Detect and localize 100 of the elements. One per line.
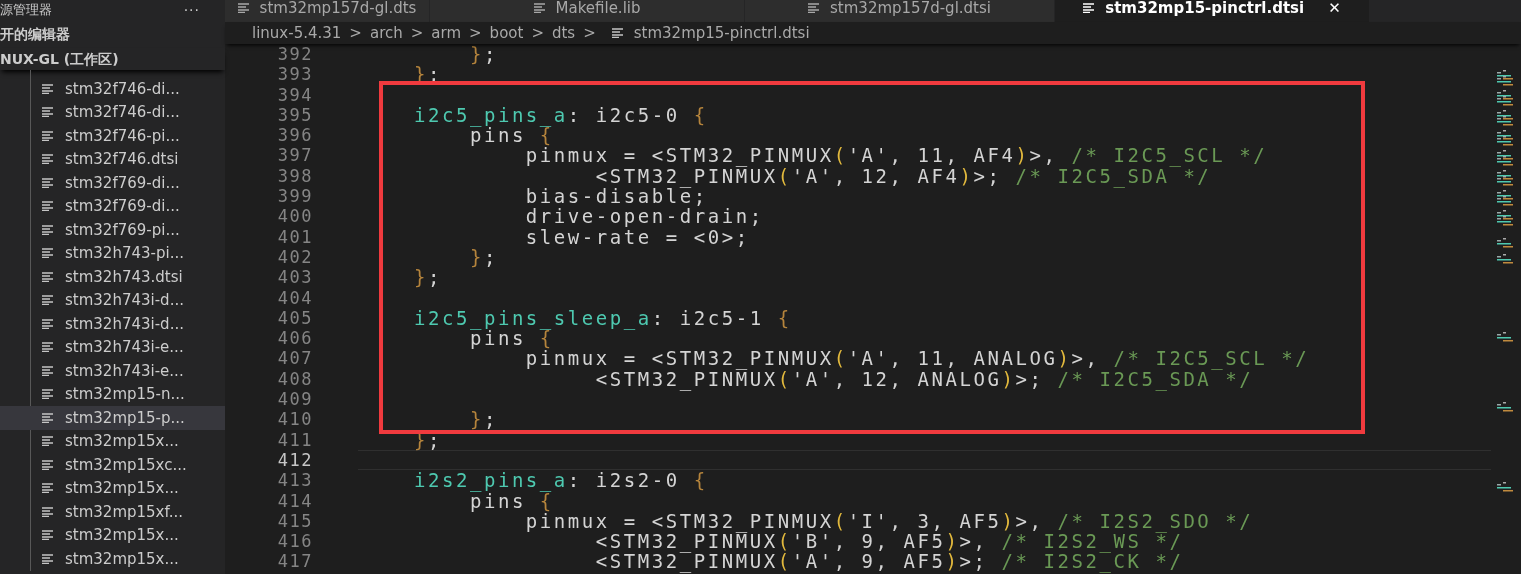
file-item[interactable]: stm32mp15x... bbox=[31, 547, 225, 571]
file-lines-icon bbox=[42, 177, 54, 188]
line-number: 405 bbox=[276, 307, 313, 329]
file-lines-icon bbox=[808, 3, 821, 13]
code-line: i2c5_pins_sleep_a: i2c5-1 { bbox=[412, 306, 792, 329]
code-line: <STM32_PINMUX('A', 12, ANALOG)>; /* I2C5_SDA */ bbox=[595, 367, 1254, 390]
line-number: 403 bbox=[276, 267, 313, 288]
line-number: 396 bbox=[276, 125, 313, 146]
file-lines-icon bbox=[42, 342, 54, 353]
file-lines-icon bbox=[42, 436, 54, 447]
line-number: 413 bbox=[276, 470, 313, 491]
breadcrumb-item[interactable]: stm32mp15-pinctrl.dtsi bbox=[633, 24, 810, 42]
file-lines-icon bbox=[533, 3, 546, 13]
file-lines-icon bbox=[42, 271, 54, 282]
file-item[interactable]: stm32mp15-n... bbox=[31, 382, 225, 406]
file-lines-icon bbox=[42, 318, 54, 329]
file-item[interactable]: stm32h743.dtsi bbox=[31, 265, 225, 289]
line-number: 409 bbox=[276, 389, 313, 410]
line-number: 393 bbox=[276, 64, 313, 85]
file-item[interactable]: stm32mp15xc... bbox=[31, 453, 225, 477]
code-line: }; bbox=[412, 266, 442, 289]
file-item[interactable]: stm32f769-di... bbox=[31, 194, 225, 218]
editor-tab[interactable]: stm32mp15-pinctrl.dtsi ✕ bbox=[1055, 0, 1370, 22]
close-icon[interactable]: ✕ bbox=[1328, 0, 1341, 16]
file-lines-icon bbox=[42, 553, 54, 564]
line-number: 400 bbox=[276, 206, 313, 227]
code-line: pinmux = <STM32_PINMUX('A', 11, AF4)>, /* I2C5_SCL */ bbox=[524, 144, 1268, 167]
line-number: 412 bbox=[276, 449, 313, 471]
editor-tab[interactable]: stm32mp157d-gl.dtsi bbox=[745, 0, 1055, 22]
line-number: 401 bbox=[276, 226, 313, 247]
file-item[interactable]: stm32h743-pi... bbox=[31, 241, 225, 265]
code-line: pinmux = <STM32_PINMUX('A', 11, ANALOG)>, /* I2C5_SCL */ bbox=[524, 347, 1310, 370]
sidebar-title: 源管理器 bbox=[0, 1, 52, 19]
line-number: 408 bbox=[276, 368, 313, 390]
file-item[interactable]: stm32f769-di... bbox=[31, 171, 225, 195]
file-lines-icon bbox=[237, 3, 250, 13]
file-item[interactable]: stm32mp15x... bbox=[31, 523, 225, 547]
line-number: 414 bbox=[276, 490, 313, 511]
file-lines-icon bbox=[42, 365, 54, 376]
file-lines-icon bbox=[42, 295, 54, 306]
file-item[interactable]: stm32f746-di... bbox=[31, 100, 225, 124]
file-lines-icon bbox=[42, 530, 54, 541]
breadcrumb-item[interactable]: arch bbox=[369, 24, 403, 42]
file-lines-icon bbox=[42, 224, 54, 235]
line-number: 398 bbox=[276, 165, 313, 187]
file-item[interactable]: stm32f746-di... bbox=[31, 77, 225, 101]
file-item[interactable]: stm32mp15x... bbox=[31, 476, 225, 500]
file-lines-icon bbox=[42, 201, 54, 212]
file-item[interactable]: stm32mp15xf... bbox=[31, 500, 225, 524]
line-number: 415 bbox=[276, 510, 313, 532]
breadcrumb-item[interactable]: linux-5.4.31 bbox=[252, 24, 342, 42]
code-line: bias-disable; bbox=[524, 185, 708, 208]
breadcrumb-separator: > bbox=[583, 24, 596, 42]
open-editors-header[interactable]: 开的编辑器 bbox=[0, 22, 225, 46]
workspace-header[interactable]: NUX-GL (工作区) bbox=[0, 48, 225, 70]
breadcrumb-separator: > bbox=[469, 24, 482, 42]
breadcrumb-separator: > bbox=[349, 24, 362, 42]
file-item[interactable]: stm32h743i-e... bbox=[31, 359, 225, 383]
file-item[interactable]: stm32f769-pi... bbox=[31, 218, 225, 242]
file-lines-icon bbox=[42, 412, 54, 423]
file-lines-icon bbox=[42, 130, 54, 141]
file-item[interactable]: stm32h743i-d... bbox=[31, 312, 225, 336]
file-item[interactable]: stm32h743i-e... bbox=[31, 335, 225, 359]
line-number: 404 bbox=[276, 287, 313, 308]
file-lines-icon bbox=[42, 83, 54, 94]
file-lines-icon bbox=[42, 389, 54, 400]
file-item[interactable]: stm32h743i-d... bbox=[31, 288, 225, 312]
file-item[interactable]: stm32mp15x... bbox=[31, 429, 225, 453]
breadcrumb-item[interactable]: arm bbox=[431, 24, 462, 42]
breadcrumb-item[interactable]: dts bbox=[551, 24, 576, 42]
code-line: <STM32_PINMUX('A', 12, AF4)>; /* I2C5_SDA */ bbox=[595, 164, 1212, 187]
line-number: 397 bbox=[276, 145, 313, 166]
file-lines-icon bbox=[42, 107, 54, 118]
code-line: i2s2_pins_a: i2s2-0 { bbox=[412, 469, 708, 492]
code-line: <STM32_PINMUX('A', 9, AF5)>; /* I2S2_CK */ bbox=[594, 550, 1184, 573]
line-number: 395 bbox=[276, 104, 313, 126]
breadcrumb-separator: > bbox=[531, 24, 544, 42]
file-item[interactable]: stm32f746.dtsi bbox=[31, 147, 225, 171]
file-lines-icon bbox=[42, 483, 54, 494]
file-lines-icon bbox=[42, 459, 54, 470]
file-lines-icon bbox=[42, 248, 54, 259]
file-item[interactable]: stm32f746-pi... bbox=[31, 124, 225, 148]
editor-tab[interactable]: Makefile.lib bbox=[430, 0, 745, 22]
line-number: 417 bbox=[276, 551, 313, 572]
code-line: }; bbox=[468, 408, 498, 431]
breadcrumb-item[interactable]: boot bbox=[489, 24, 524, 42]
line-number: 394 bbox=[276, 84, 313, 105]
file-lines-icon bbox=[1083, 3, 1096, 13]
code-line: }; bbox=[468, 44, 498, 65]
more-actions-button[interactable]: ··· bbox=[183, 2, 200, 18]
breadcrumb-separator: > bbox=[410, 24, 424, 42]
code-line: }; bbox=[468, 245, 498, 268]
line-number: 392 bbox=[276, 44, 313, 65]
file-item[interactable]: stm32mp15-p... bbox=[0, 406, 225, 430]
file-lines-icon bbox=[42, 154, 54, 165]
line-number: 410 bbox=[276, 409, 313, 430]
editor-tab[interactable]: stm32mp157d-gl.dts bbox=[225, 0, 430, 22]
code-line: i2c5_pins_a: i2c5-0 { bbox=[412, 103, 708, 126]
line-number: 416 bbox=[276, 531, 313, 552]
code-line: <STM32_PINMUX('B', 9, AF5)>, /* I2S2_WS */ bbox=[595, 530, 1184, 553]
